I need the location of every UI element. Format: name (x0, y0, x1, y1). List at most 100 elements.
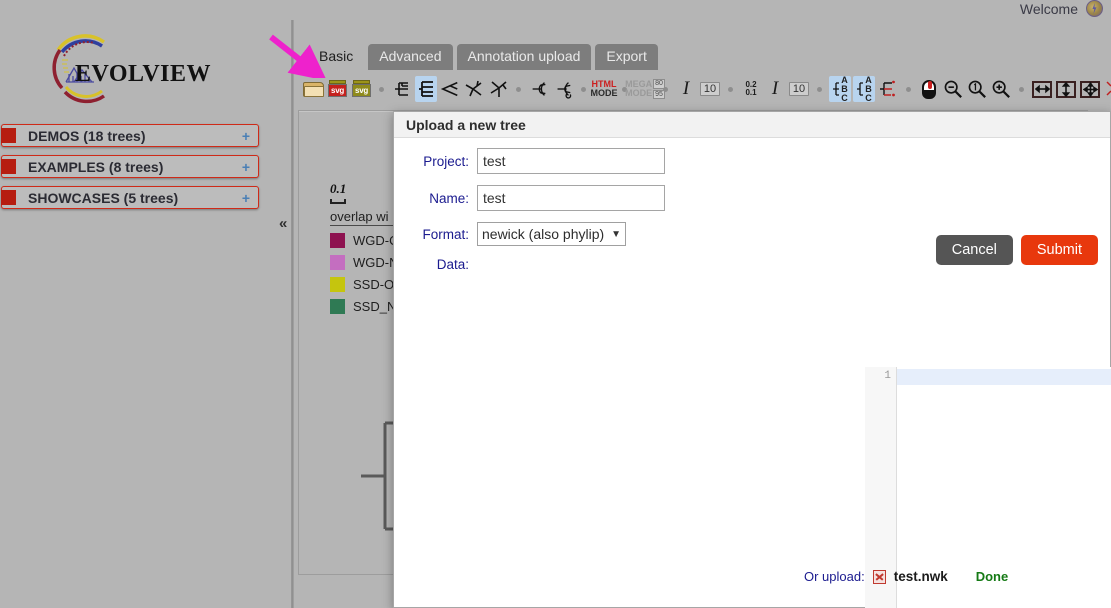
align-labels-icon[interactable] (877, 76, 899, 102)
sidebar-item-demos[interactable]: DEMOS (18 trees) + (1, 124, 259, 147)
legend-item: SSD-O (330, 277, 399, 292)
zoom-out-icon[interactable] (942, 76, 964, 102)
sidebar-item-showcases[interactable]: SHOWCASES (5 trees) + (1, 186, 259, 209)
logo-area: EVOLVIEW (0, 20, 292, 112)
expand-both-icon[interactable] (1079, 76, 1101, 102)
scale-bar-tick-icon (330, 199, 346, 204)
user-avatar-icon[interactable] (1086, 0, 1103, 17)
toolbar-separator (817, 86, 822, 92)
format-select[interactable]: newick (also phylip) ▼ (477, 222, 627, 246)
top-bar: Welcome (0, 0, 1111, 20)
export-svg-olive-icon[interactable]: svg (350, 76, 372, 102)
bullet-square-icon (1, 190, 16, 205)
slanted-layout-icon[interactable] (439, 76, 461, 102)
legend-item: WGD-N (330, 255, 399, 270)
or-upload-label: Or upload: (804, 569, 865, 584)
upload-status: Done (975, 569, 1009, 584)
sidebar: EVOLVIEW DEMOS (18 trees) + EXAMPLES (8 … (0, 20, 292, 608)
broken-image-icon (872, 569, 886, 584)
dialog-header: Upload a new tree (394, 112, 1110, 138)
sidebar-nav-list: DEMOS (18 trees) + EXAMPLES (8 trees) + … (0, 112, 292, 209)
toolbar: svg svg HTML MODE MEGA MODE 80 95 I 10 0… (302, 73, 1111, 105)
sidebar-item-label: DEMOS (18 trees) (28, 127, 146, 144)
branch-length-bottom: 0.1 (745, 88, 757, 97)
toolbar-separator (663, 86, 668, 92)
unrooted-layout-alt-icon[interactable] (487, 76, 509, 102)
leaf-font-size-label: 10 (699, 82, 721, 96)
application-window: Welcome EVOLVIEW DEMOS (18 trees) + EXAM… (0, 0, 1111, 608)
format-selected-value: newick (also phylip) (482, 226, 605, 242)
active-line-highlight (897, 369, 1111, 385)
tab-advanced[interactable]: Advanced (368, 44, 453, 71)
show-internal-labels-icon[interactable]: ABC (829, 75, 851, 102)
data-label: Data: (436, 257, 469, 272)
legend-swatch (330, 233, 345, 248)
zoom-reset-icon[interactable] (966, 76, 988, 102)
submit-button[interactable]: Submit (1020, 235, 1098, 265)
leaf-font-italic-icon[interactable]: I (675, 76, 697, 102)
rectangular-layout-icon[interactable] (391, 76, 413, 102)
dialog-title: Upload a new tree (406, 116, 526, 133)
tree-legend: overlap wi WGD-O WGD-N SSD-O SSD_N (330, 209, 400, 314)
branch-font-size-label: 10 (788, 82, 810, 96)
legend-swatch (330, 299, 345, 314)
expand-horizontal-icon[interactable] (1031, 76, 1053, 102)
html-mode-line2: MODE (590, 88, 618, 98)
expand-plus-icon[interactable]: + (242, 190, 250, 206)
line-number: 1 (884, 370, 891, 382)
welcome-area[interactable]: Welcome (1020, 0, 1103, 17)
tab-export[interactable]: Export (595, 44, 658, 71)
name-label: Name: (429, 190, 469, 206)
mouse-mode-icon[interactable] (918, 76, 940, 102)
logo-wordmark: EVOLVIEW (75, 61, 212, 87)
mega-mode-line2: MODE (625, 88, 653, 98)
scale-bar: 0.1 (330, 181, 346, 204)
unrooted-layout-icon[interactable] (463, 76, 485, 102)
project-input[interactable] (477, 148, 665, 174)
dialog-button-row: Cancel Submit (935, 235, 1098, 265)
expand-plus-icon[interactable]: + (242, 128, 250, 144)
upload-tree-dialog: Upload a new tree Project: Name: Format:… (393, 111, 1111, 608)
circular-layout-icon[interactable] (528, 76, 550, 102)
name-input[interactable] (477, 185, 665, 211)
toolbar-separator (379, 86, 384, 92)
format-label: Format: (422, 226, 469, 242)
sidebar-collapse-icon[interactable]: « (279, 216, 287, 231)
branch-font-size-value[interactable]: 10 (788, 76, 810, 102)
expand-vertical-icon[interactable] (1055, 76, 1077, 102)
svg-label: svg (353, 85, 370, 96)
hide-internal-labels-icon[interactable]: ABC (853, 75, 875, 102)
expand-plus-icon[interactable]: + (242, 159, 250, 175)
legend-swatch (330, 277, 345, 292)
cancel-button[interactable]: Cancel (935, 235, 1013, 265)
html-mode-button[interactable]: HTML MODE (590, 76, 618, 102)
toolbar-separator (906, 86, 911, 92)
legend-label: WGD-N (353, 255, 399, 270)
branch-font-italic-icon[interactable]: I (764, 76, 786, 102)
rectangular-layout-alt-icon[interactable] (415, 76, 437, 102)
dialog-body: Project: Name: Format: newick (also phyl… (394, 138, 1111, 608)
leaf-font-size-value[interactable]: 10 (699, 76, 721, 102)
uploaded-filename: test.nwk (893, 569, 948, 584)
legend-swatch (330, 255, 345, 270)
sidebar-item-label: SHOWCASES (5 trees) (28, 189, 179, 206)
sidebar-item-examples[interactable]: EXAMPLES (8 trees) + (1, 155, 259, 178)
mega-mode-button[interactable]: MEGA MODE 80 95 (625, 76, 665, 102)
file-upload-row: Or upload: test.nwk Done (804, 569, 1008, 584)
legend-item: SSD_N (330, 299, 399, 314)
circular-layout-alt-icon[interactable] (552, 76, 574, 102)
chevron-down-icon: ▼ (611, 228, 622, 240)
project-field-row: Project: (394, 148, 1110, 174)
open-tree-icon[interactable] (302, 76, 324, 102)
bullet-square-icon (1, 128, 16, 143)
export-svg-red-icon[interactable]: svg (326, 76, 348, 102)
tab-annotation-upload[interactable]: Annotation upload (456, 44, 592, 71)
branch-length-icon[interactable]: 0.2 0.1 (740, 76, 762, 102)
bullet-square-icon (1, 159, 16, 174)
svg-label: svg (329, 85, 346, 96)
toolbar-separator (516, 86, 521, 92)
zoom-in-icon[interactable] (990, 76, 1012, 102)
legend-label: SSD-O (353, 277, 395, 292)
toolbar-separator (728, 86, 733, 92)
fit-to-screen-icon[interactable] (1103, 76, 1111, 102)
